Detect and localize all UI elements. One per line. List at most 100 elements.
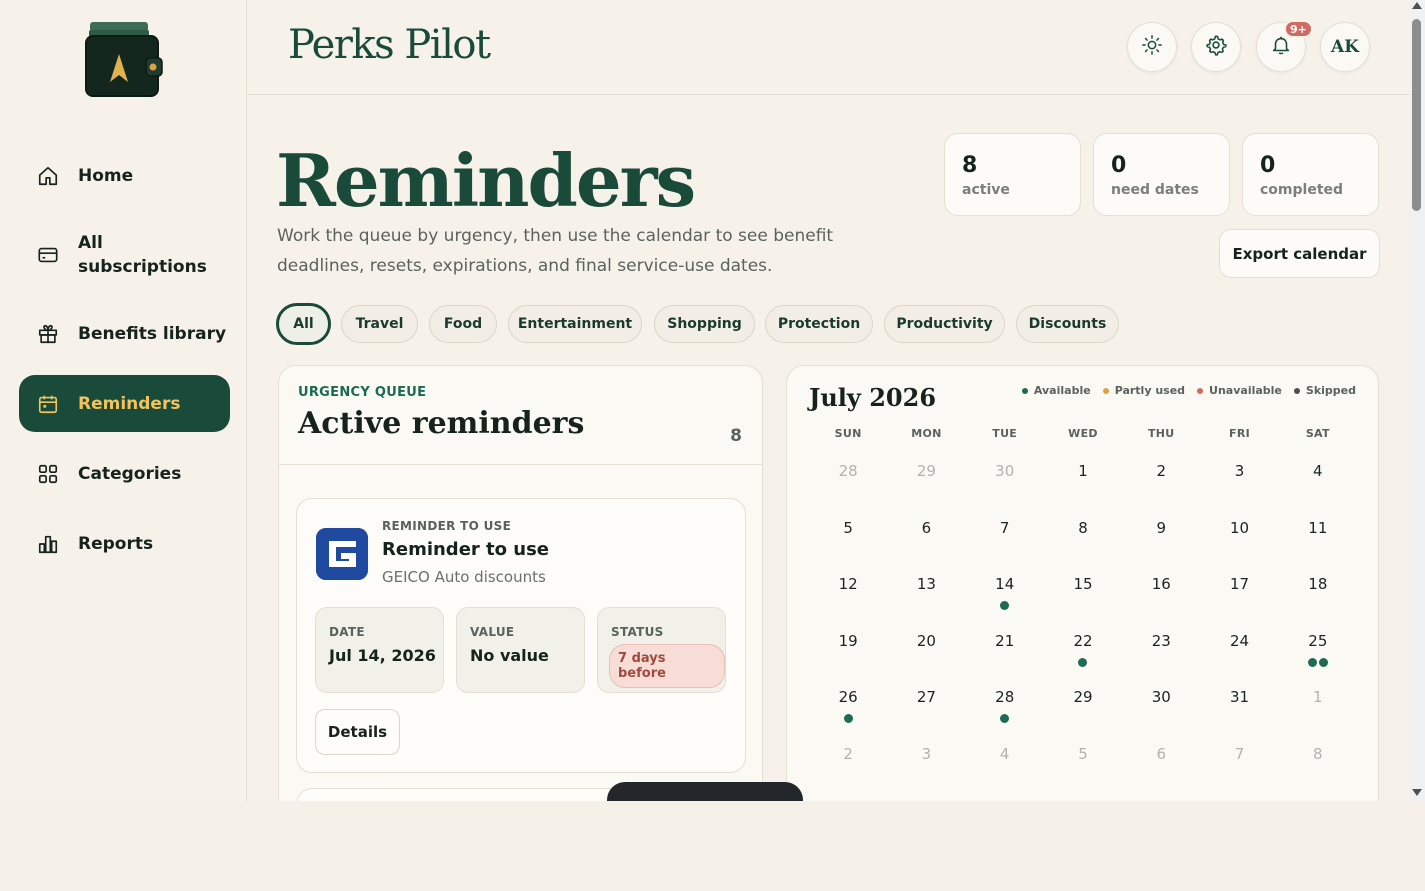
calendar-day[interactable]: 8	[1279, 732, 1357, 789]
calendar-day[interactable]: 15	[1044, 562, 1122, 619]
calendar-day[interactable]: 20	[887, 619, 965, 676]
sidebar-item-all-subscriptions[interactable]: All subscriptions	[19, 228, 230, 282]
calendar-day[interactable]: 10	[1200, 506, 1278, 563]
calendar-week-row: 5 6 7 8 9 10 11	[809, 506, 1357, 563]
calendar-day[interactable]: 29	[887, 449, 965, 506]
filter-chip-shopping[interactable]: Shopping	[654, 305, 755, 343]
calendar-day[interactable]: 1	[1044, 449, 1122, 506]
urgency-queue-panel: URGENCY QUEUE Active reminders 8 REMINDE…	[278, 365, 763, 801]
calendar-day[interactable]: 17	[1200, 562, 1278, 619]
scroll-up-arrow-icon[interactable]	[1412, 2, 1422, 9]
calendar-day[interactable]: 5	[809, 506, 887, 563]
calendar-day[interactable]: 19	[809, 619, 887, 676]
app-logo[interactable]	[84, 20, 164, 98]
value-label: VALUE	[470, 625, 515, 639]
legend-item-skipped: Skipped	[1293, 384, 1356, 397]
card-icon	[37, 244, 59, 266]
sidebar-item-label: Home	[78, 166, 134, 186]
calendar-day[interactable]: 25	[1279, 619, 1357, 676]
grid-icon	[37, 463, 59, 485]
calendar-day[interactable]: 13	[887, 562, 965, 619]
theme-toggle-button[interactable]	[1127, 22, 1177, 72]
calendar-day[interactable]: 3	[887, 732, 965, 789]
filter-chip-food[interactable]: Food	[429, 305, 497, 343]
weekday-label: THU	[1147, 427, 1175, 440]
vertical-scrollbar[interactable]	[1409, 0, 1425, 801]
calendar-day[interactable]: 6	[1122, 732, 1200, 789]
calendar-day-number: 30	[995, 462, 1015, 480]
calendar-day-number: 23	[1151, 631, 1171, 650]
calendar-day[interactable]: 9	[1122, 506, 1200, 563]
calendar-day-number: 24	[1230, 631, 1250, 650]
export-calendar-button[interactable]: Export calendar	[1219, 229, 1380, 278]
calendar-day[interactable]: 27	[887, 675, 965, 732]
calendar-day[interactable]: 21	[966, 619, 1044, 676]
calendar-day[interactable]: 30	[966, 449, 1044, 506]
avatar[interactable]: AK	[1320, 22, 1370, 72]
calendar-day[interactable]: 11	[1279, 506, 1357, 563]
settings-button[interactable]	[1191, 22, 1241, 72]
brand-title: Perks Pilot	[288, 22, 491, 68]
filter-chip-productivity[interactable]: Productivity	[884, 305, 1005, 343]
calendar-day[interactable]: 29	[1044, 675, 1122, 732]
calendar-day[interactable]: 31	[1200, 675, 1278, 732]
calendar-day[interactable]: 7	[1200, 732, 1278, 789]
calendar-day-number: 8	[1313, 744, 1323, 763]
reminder-dot-icon	[1000, 601, 1010, 610]
calendar-day[interactable]: 1	[1279, 675, 1357, 732]
calendar-day[interactable]: 4	[1279, 449, 1357, 506]
calendar-day[interactable]: 28	[809, 449, 887, 506]
calendar-day-number: 19	[838, 631, 858, 650]
reminder-card[interactable]: REMINDER TO USE Reminder to use GEICO Au…	[296, 498, 746, 773]
calendar-day[interactable]: 4	[966, 732, 1044, 789]
calendar-day[interactable]: 18	[1279, 562, 1357, 619]
calendar-month-title: July 2026	[809, 383, 937, 412]
filter-chip-all[interactable]: All	[276, 303, 331, 345]
sidebar-item-reports[interactable]: Reports	[19, 521, 230, 567]
calendar-day[interactable]: 24	[1200, 619, 1278, 676]
calendar-day[interactable]: 2	[809, 732, 887, 789]
calendar-day[interactable]: 12	[809, 562, 887, 619]
calendar-day[interactable]: 7	[966, 506, 1044, 563]
stat-value: 0	[1260, 153, 1276, 178]
calendar-day[interactable]: 28	[966, 675, 1044, 732]
filter-chip-entertainment[interactable]: Entertainment	[508, 305, 642, 343]
home-icon	[37, 165, 59, 187]
filter-chip-travel[interactable]: Travel	[341, 305, 418, 343]
weekday-label: SUN	[834, 427, 862, 440]
calendar-day[interactable]: 26	[809, 675, 887, 732]
weekday-label: TUE	[992, 427, 1018, 440]
floating-toolbar[interactable]	[607, 782, 803, 801]
calendar-day[interactable]: 16	[1122, 562, 1200, 619]
calendar-day-number: 26	[838, 688, 858, 706]
calendar-day-number: 3	[1234, 462, 1245, 480]
page-title: Reminders	[276, 138, 696, 223]
calendar-day[interactable]: 3	[1200, 449, 1278, 506]
sidebar-item-home[interactable]: Home	[19, 154, 230, 198]
calendar-day[interactable]: 30	[1122, 675, 1200, 732]
calendar-day[interactable]: 22	[1044, 619, 1122, 676]
calendar-day[interactable]: 23	[1122, 619, 1200, 676]
weekday-label: WED	[1068, 427, 1098, 440]
filter-chip-discounts[interactable]: Discounts	[1016, 305, 1119, 343]
sidebar-item-categories[interactable]: Categories	[19, 451, 230, 497]
sidebar-item-benefits-library[interactable]: Benefits library	[19, 311, 230, 357]
calendar-day[interactable]: 6	[887, 506, 965, 563]
legend-item-available: Available	[1021, 384, 1091, 397]
calendar-day[interactable]: 8	[1044, 506, 1122, 563]
calendar-icon	[37, 393, 59, 415]
calendar-day[interactable]: 14	[966, 562, 1044, 619]
filter-chip-protection[interactable]: Protection	[765, 305, 873, 343]
calendar-day-number: 2	[843, 744, 853, 763]
calendar-day[interactable]: 2	[1122, 449, 1200, 506]
scrollbar-thumb[interactable]	[1412, 19, 1421, 211]
scroll-down-arrow-icon[interactable]	[1412, 789, 1422, 796]
calendar-day-number: 6	[1156, 744, 1167, 763]
sidebar-item-reminders[interactable]: Reminders	[19, 375, 230, 432]
calendar-day-number: 27	[916, 688, 936, 706]
queue-title: Active reminders	[298, 406, 585, 441]
calendar-day-number: 11	[1308, 518, 1328, 537]
details-button[interactable]: Details	[315, 709, 400, 755]
calendar-grid: SUN MON TUE WED THU FRI SAT 28 29 30 1 2 3 4 5 6…	[809, 427, 1357, 788]
calendar-day[interactable]: 5	[1044, 732, 1122, 789]
